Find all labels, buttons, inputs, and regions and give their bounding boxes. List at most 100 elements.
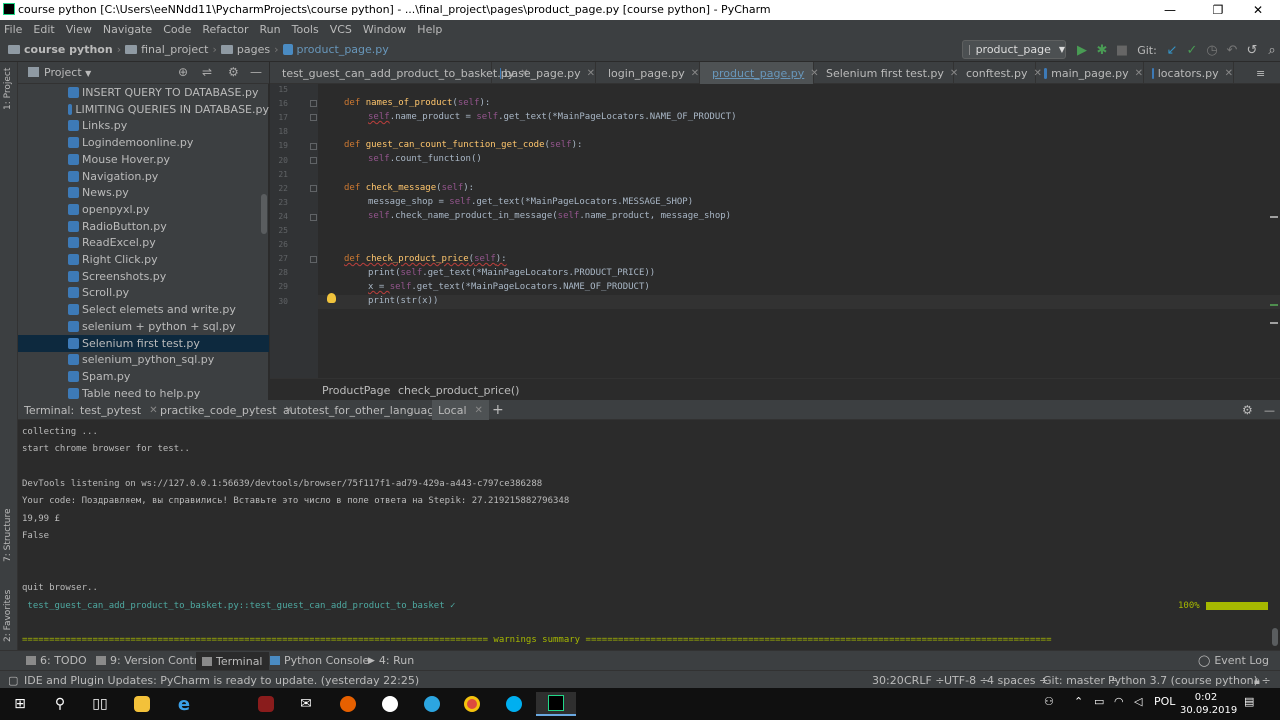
tree-item[interactable]: LIMITING QUERIES IN DATABASE.py: [18, 101, 269, 118]
chrome-icon[interactable]: [452, 692, 492, 716]
event-log-tool-button[interactable]: ◯ Event Log: [1198, 654, 1269, 667]
lock-icon[interactable]: 🔒︎: [1254, 674, 1260, 688]
menu-edit[interactable]: Edit: [33, 23, 54, 36]
menu-file[interactable]: File: [4, 23, 22, 36]
start-icon[interactable]: ⊞: [0, 692, 40, 716]
file-explorer-icon[interactable]: [122, 692, 162, 716]
git-branch[interactable]: Git: master ÷: [1043, 674, 1118, 687]
hide-icon[interactable]: —: [1258, 400, 1280, 420]
run-configuration-select[interactable]: product_page ▼: [962, 40, 1066, 59]
tree-item[interactable]: openpyxl.py: [18, 201, 269, 218]
menu-tools[interactable]: Tools: [292, 23, 319, 36]
history-icon[interactable]: ◷: [1202, 43, 1222, 58]
gear-icon[interactable]: ⚙: [228, 65, 239, 79]
tree-item[interactable]: ReadExcel.py: [18, 234, 269, 251]
git-update-icon[interactable]: ↙: [1162, 43, 1182, 58]
tree-item[interactable]: INSERT QUERY TO DATABASE.py: [18, 84, 269, 101]
terminal-tab-test-pytest[interactable]: test_pytest ✕: [74, 400, 164, 420]
menu-run[interactable]: Run: [260, 23, 281, 36]
menu-navigate[interactable]: Navigate: [103, 23, 152, 36]
pycharm-taskbar-icon[interactable]: [536, 692, 576, 716]
terminal-scrollbar[interactable]: [1272, 628, 1278, 646]
close-icon[interactable]: ✕: [1225, 68, 1233, 79]
people-icon[interactable]: ⚇: [1044, 695, 1054, 708]
breadcrumb-method[interactable]: check_product_price(): [398, 384, 519, 397]
tree-item[interactable]: Mouse Hover.py: [18, 151, 269, 168]
game-app-icon[interactable]: [246, 692, 286, 716]
notifications-icon[interactable]: ▤: [1244, 695, 1254, 708]
git-commit-icon[interactable]: ✓: [1182, 43, 1202, 58]
close-icon[interactable]: ✕: [587, 68, 595, 79]
tab-list-icon[interactable]: ≡: [1248, 62, 1265, 84]
breadcrumb-final-project[interactable]: final_project ›: [125, 43, 217, 56]
skype-icon[interactable]: [494, 692, 534, 716]
tree-item[interactable]: Screenshots.py: [18, 268, 269, 285]
tree-item[interactable]: selenium_python_sql.py: [18, 351, 269, 368]
structure-tool-button[interactable]: 7: Structure: [3, 509, 13, 563]
terminal-tool-button[interactable]: Terminal: [196, 652, 269, 670]
todo-tool-button[interactable]: 6: TODO: [26, 654, 87, 667]
telegram-icon[interactable]: [412, 692, 452, 716]
battery-icon[interactable]: ▭: [1094, 695, 1104, 708]
tree-item[interactable]: Table need to help.py: [18, 385, 269, 400]
tree-item[interactable]: Spam.py: [18, 368, 269, 385]
undo-icon[interactable]: ↺: [1242, 43, 1262, 58]
run-icon[interactable]: ▶: [1072, 43, 1092, 58]
breadcrumb-file[interactable]: product_page.py: [282, 43, 389, 56]
tree-item[interactable]: selenium + python + sql.py: [18, 318, 269, 335]
editor-tab[interactable]: base_page.py ✕: [492, 62, 596, 84]
version-control-tool-button[interactable]: 9: Version Control: [96, 654, 208, 667]
project-tool-button[interactable]: 1: Project: [3, 68, 13, 110]
close-icon[interactable]: ✕: [1135, 68, 1143, 79]
add-icon[interactable]: +: [486, 400, 510, 420]
tray-expand-icon[interactable]: ⌃: [1074, 695, 1083, 708]
stop-icon[interactable]: ■: [1112, 43, 1132, 58]
maximize-button[interactable]: ❐: [1196, 0, 1240, 20]
fold-icon[interactable]: [310, 157, 317, 164]
line-separator[interactable]: CRLF ÷: [904, 674, 945, 687]
firefox-icon[interactable]: [328, 692, 368, 716]
tree-item[interactable]: Links.py: [18, 117, 269, 134]
tree-item[interactable]: Selenium first test.py: [18, 334, 269, 352]
search-icon[interactable]: ⚲: [40, 692, 80, 716]
editor-tab[interactable]: test_guest_can_add_product_to_basket.py ✕: [270, 62, 529, 84]
debug-icon[interactable]: ✱: [1092, 43, 1112, 58]
collapse-icon[interactable]: ⇌: [202, 65, 212, 79]
fold-icon[interactable]: [310, 100, 317, 107]
editor-tab[interactable]: product_page.py ✕: [700, 62, 819, 84]
locate-icon[interactable]: ⊕: [178, 65, 188, 79]
tree-item[interactable]: Right Click.py: [18, 251, 269, 268]
python-interpreter[interactable]: Python 3.7 (course python) ÷: [1108, 674, 1271, 687]
editor-tab[interactable]: Selenium first test.py ✕: [814, 62, 958, 84]
editor-tab[interactable]: conftest.py ✕: [954, 62, 1042, 84]
tree-item[interactable]: Scroll.py: [18, 284, 269, 301]
itunes-icon[interactable]: [370, 692, 410, 716]
tree-item[interactable]: News.py: [18, 184, 269, 201]
tree-item[interactable]: Select elemets and write.py: [18, 301, 269, 318]
search-icon[interactable]: ⌕: [1262, 43, 1280, 58]
menu-help[interactable]: Help: [417, 23, 442, 36]
menu-code[interactable]: Code: [163, 23, 191, 36]
fold-icon[interactable]: [310, 256, 317, 263]
wifi-icon[interactable]: ◠: [1114, 695, 1124, 708]
favorites-tool-button[interactable]: 2: Favorites: [3, 590, 13, 642]
breadcrumb-pages[interactable]: pages ›: [220, 43, 279, 56]
python-console-tool-button[interactable]: Python Console: [270, 654, 369, 667]
fold-icon[interactable]: [310, 185, 317, 192]
breadcrumb-class[interactable]: ProductPage: [322, 384, 390, 397]
menu-window[interactable]: Window: [363, 23, 406, 36]
menu-view[interactable]: View: [66, 23, 92, 36]
tree-item[interactable]: Navigation.py: [18, 168, 269, 185]
fold-icon[interactable]: [310, 114, 317, 121]
code-editor[interactable]: 15 16 17 18 19 20 21 22 23 24 25 26 27 28 29 30 def nam…: [270, 84, 1280, 378]
run-tool-button[interactable]: ▶ 4: Run: [368, 654, 414, 667]
menu-refactor[interactable]: Refactor: [202, 23, 248, 36]
fold-icon[interactable]: [310, 214, 317, 221]
project-title[interactable]: Project ▼: [44, 66, 91, 79]
hide-icon[interactable]: —: [250, 65, 262, 79]
tree-item[interactable]: RadioButton.py: [18, 218, 269, 235]
edge-icon[interactable]: e: [164, 692, 204, 716]
file-encoding[interactable]: UTF-8 ÷: [944, 674, 989, 687]
volume-icon[interactable]: ◁: [1134, 695, 1142, 708]
close-icon[interactable]: ✕: [691, 68, 699, 79]
